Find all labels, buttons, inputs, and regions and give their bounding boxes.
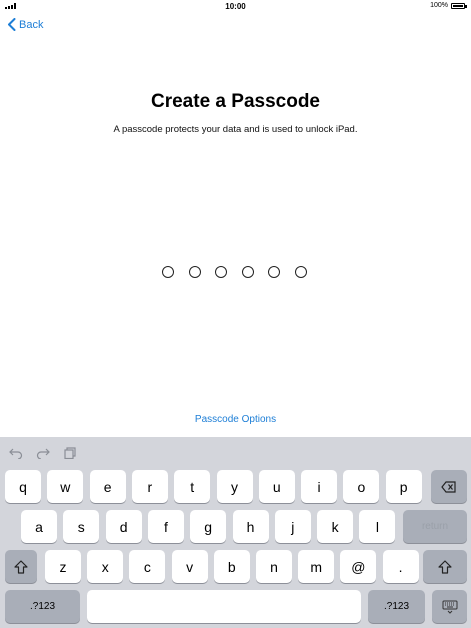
key-h[interactable]: h — [232, 510, 269, 543]
key-g[interactable]: g — [190, 510, 227, 543]
backspace-key[interactable] — [431, 470, 467, 503]
key-w[interactable]: w — [47, 470, 84, 503]
page-subtitle: A passcode protects your data and is use… — [113, 124, 358, 135]
keyboard: qwertyuiop a s d f g h j k l return z x c v b n m @. .?1… — [0, 437, 471, 628]
keyboard-toolbar — [9, 447, 77, 459]
key-period[interactable]: . — [382, 550, 419, 583]
shift-key-left[interactable] — [5, 550, 37, 583]
key-j[interactable]: j — [274, 510, 311, 543]
space-key[interactable] — [87, 590, 361, 623]
hide-keyboard-key[interactable] — [432, 590, 467, 623]
battery-icon — [451, 3, 467, 9]
key-k[interactable]: k — [317, 510, 354, 543]
key-l[interactable]: l — [359, 510, 396, 543]
paste-icon[interactable] — [63, 447, 77, 459]
passcode-dot — [241, 266, 254, 278]
key-f[interactable]: f — [147, 510, 184, 543]
status-bar: 10:00 100% — [0, 0, 471, 13]
keyboard-hide-icon — [442, 600, 457, 614]
undo-icon[interactable] — [9, 447, 23, 459]
back-button[interactable]: Back — [7, 18, 43, 31]
key-r[interactable]: r — [131, 470, 168, 503]
key-e[interactable]: e — [89, 470, 126, 503]
shift-icon — [14, 559, 28, 574]
key-u[interactable]: u — [258, 470, 295, 503]
key-at[interactable]: @ — [340, 550, 377, 583]
key-c[interactable]: c — [129, 550, 166, 583]
passcode-dot — [215, 266, 227, 278]
numbers-key[interactable]: .?123 — [5, 590, 80, 623]
key-v[interactable]: v — [171, 550, 208, 583]
key-x[interactable]: x — [87, 550, 124, 583]
key-m[interactable]: m — [298, 550, 335, 583]
key-q[interactable]: q — [5, 470, 41, 503]
passcode-dot — [188, 266, 201, 278]
battery-percent: 100% — [430, 2, 448, 9]
shift-icon — [438, 559, 452, 574]
key-d[interactable]: d — [105, 510, 142, 543]
passcode-dot — [294, 266, 307, 278]
key-a[interactable]: a — [21, 510, 57, 543]
key-z[interactable]: z — [45, 550, 81, 583]
passcode-dot — [268, 266, 280, 278]
return-key[interactable]: return — [403, 510, 467, 543]
passcode-dot — [162, 266, 174, 278]
key-n[interactable]: n — [256, 550, 292, 583]
numbers-key-right[interactable]: .?123 — [368, 590, 425, 623]
key-t[interactable]: t — [174, 470, 211, 503]
back-label: Back — [19, 18, 44, 31]
key-b[interactable]: b — [213, 550, 250, 583]
key-y[interactable]: y — [216, 470, 253, 503]
create-passcode-screen: 10:00 100% Back Create a Passcode A pass… — [0, 0, 471, 628]
key-o[interactable]: o — [343, 470, 380, 503]
passcode-options-link[interactable]: Passcode Options — [0, 414, 471, 425]
page-title: Create a Passcode — [151, 91, 320, 112]
shift-key-right[interactable] — [423, 550, 467, 583]
passcode-field[interactable] — [162, 266, 307, 278]
key-s[interactable]: s — [63, 510, 100, 543]
key-p[interactable]: p — [385, 470, 422, 503]
key-i[interactable]: i — [301, 470, 338, 503]
chevron-left-icon — [8, 18, 16, 31]
backspace-icon — [441, 480, 456, 493]
redo-icon[interactable] — [36, 447, 50, 459]
status-time: 10:00 — [225, 2, 246, 11]
